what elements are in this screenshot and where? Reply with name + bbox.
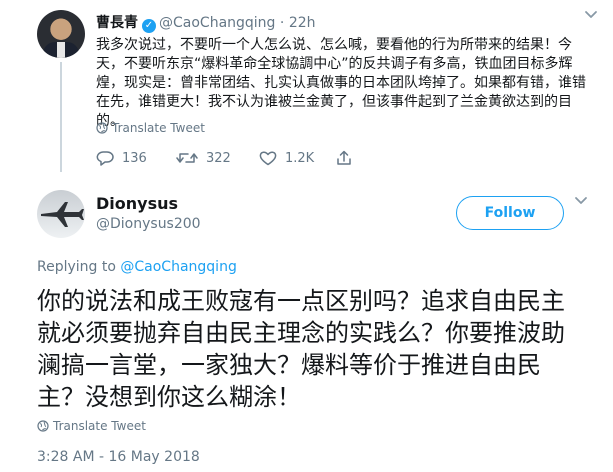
replying-to-line: Replying to @CaoChangqing: [37, 259, 237, 275]
parent-author-name[interactable]: 曹長青: [96, 15, 138, 31]
chevron-down-icon[interactable]: [584, 10, 598, 20]
main-author-name[interactable]: Dionysus: [96, 194, 178, 213]
globe-icon: [37, 420, 49, 432]
globe-icon: [96, 122, 108, 134]
avatar-shirt-shape: [57, 42, 65, 58]
reply-icon: [96, 151, 114, 166]
share-action[interactable]: [336, 150, 360, 166]
main-author-avatar[interactable]: [37, 190, 85, 238]
parent-tweet-text: 我多次说过，不要听一个人怎么说、怎么喊，要看他的行为所带来的结果！今天，不要听东…: [96, 37, 586, 129]
parent-author-handle[interactable]: @CaoChangqing: [159, 15, 275, 31]
retweet-count: 322: [206, 150, 231, 166]
parent-author-avatar[interactable]: [37, 10, 85, 58]
retweet-action[interactable]: 322: [176, 150, 231, 166]
main-translate-link[interactable]: Translate Tweet: [37, 419, 146, 433]
like-icon: [259, 151, 277, 166]
header-separator: ·: [279, 15, 285, 31]
parent-tweet-header: 曹長青 ✓ @CaoChangqing · 22h: [96, 12, 316, 33]
share-icon: [337, 150, 351, 165]
chevron-down-icon[interactable]: [574, 196, 588, 206]
retweet-icon: [176, 153, 198, 163]
main-translate-label: Translate Tweet: [53, 419, 146, 433]
verified-icon: ✓: [142, 19, 156, 33]
replying-prefix: Replying to: [37, 259, 116, 275]
parent-translate-label: Translate Tweet: [112, 121, 205, 135]
parent-tweet-time[interactable]: 22h: [289, 15, 316, 31]
like-action[interactable]: 1.2K: [259, 150, 314, 166]
main-author-handle[interactable]: @Dionysus200: [96, 216, 201, 232]
follow-button[interactable]: Follow: [456, 196, 564, 230]
like-count: 1.2K: [285, 150, 315, 166]
reply-action[interactable]: 136: [96, 150, 147, 166]
airplane-avatar-icon: [41, 202, 84, 227]
main-tweet-timestamp[interactable]: 3:28 AM - 16 May 2018: [37, 449, 200, 465]
reply-count: 136: [122, 150, 147, 166]
main-tweet-text: 你的说法和成王败寇有一点区别吗？追求自由民主就必须要抛弃自由民主理念的实践么？你…: [37, 287, 565, 411]
replying-to-link[interactable]: @CaoChangqing: [120, 259, 236, 275]
thread-connector-line: [60, 62, 62, 172]
parent-translate-link[interactable]: Translate Tweet: [96, 121, 205, 135]
